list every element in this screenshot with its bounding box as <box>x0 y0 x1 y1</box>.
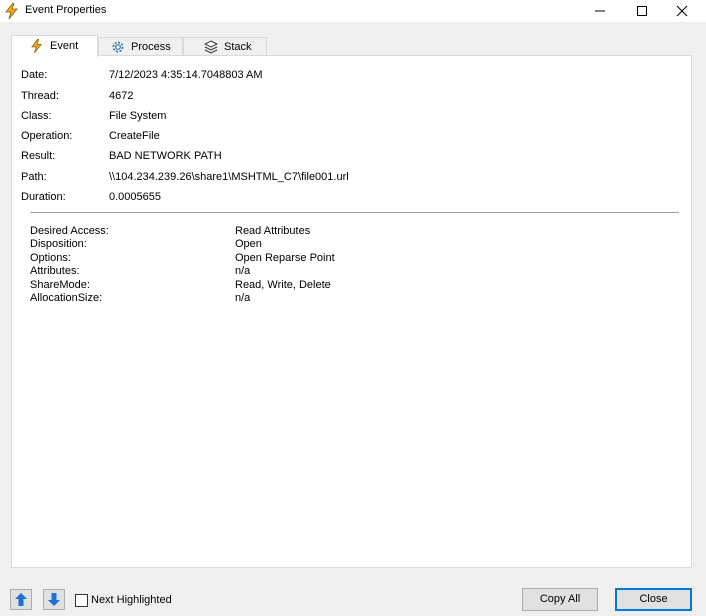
next-highlighted-label[interactable]: Next Highlighted <box>91 594 172 606</box>
title-bar: Event Properties <box>0 0 706 22</box>
close-window-button[interactable] <box>660 0 704 22</box>
tab-label: Stack <box>224 41 252 53</box>
previous-event-button[interactable] <box>10 589 32 610</box>
close-button[interactable]: Close <box>615 588 692 611</box>
thread-value: 4672 <box>109 90 134 102</box>
result-label: Result: <box>21 150 56 162</box>
allocation-size-label: AllocationSize: <box>30 292 103 304</box>
tab-stack[interactable]: Stack <box>183 37 267 55</box>
operation-value: CreateFile <box>109 130 160 142</box>
result-value: BAD NETWORK PATH <box>109 150 222 162</box>
sharemode-label: ShareMode: <box>30 279 90 291</box>
path-value: \\104.234.239.26\share1\MSHTML_C7\file00… <box>109 171 349 183</box>
sharemode-value: Read, Write, Delete <box>235 279 331 291</box>
options-value: Open Reparse Point <box>235 252 335 264</box>
class-label: Class: <box>21 110 52 122</box>
window-title: Event Properties <box>25 4 107 16</box>
minimize-button[interactable] <box>578 0 622 22</box>
attributes-value: n/a <box>235 265 251 277</box>
next-highlighted-checkbox[interactable] <box>75 594 88 607</box>
date-value: 7/12/2023 4:35:14.7048803 AM <box>109 69 263 81</box>
lightning-icon <box>5 2 19 20</box>
divider <box>30 212 679 213</box>
duration-value: 0.0005655 <box>109 191 161 203</box>
tab-label: Process <box>131 41 171 53</box>
desired-access-value: Read Attributes <box>235 225 311 237</box>
path-label: Path: <box>21 171 47 183</box>
lightning-icon <box>31 38 43 56</box>
tab-label: Event <box>50 40 79 52</box>
date-label: Date: <box>21 69 48 81</box>
disposition-label: Disposition: <box>30 238 87 250</box>
options-label: Options: <box>30 252 71 264</box>
desired-access-label: Desired Access: <box>30 225 109 237</box>
operation-label: Operation: <box>21 130 73 142</box>
thread-label: Thread: <box>21 90 59 102</box>
attributes-label: Attributes: <box>30 265 80 277</box>
allocation-size-value: n/a <box>235 292 251 304</box>
tab-process[interactable]: Process <box>98 37 183 55</box>
tab-event[interactable]: Event <box>11 35 98 57</box>
copy-all-button[interactable]: Copy All <box>522 588 598 611</box>
disposition-value: Open <box>235 238 262 250</box>
duration-label: Duration: <box>21 191 66 203</box>
class-value: File System <box>109 110 167 122</box>
maximize-button[interactable] <box>620 0 664 22</box>
event-panel: Date: 7/12/2023 4:35:14.7048803 AM Threa… <box>11 55 692 568</box>
next-event-button[interactable] <box>43 589 65 610</box>
